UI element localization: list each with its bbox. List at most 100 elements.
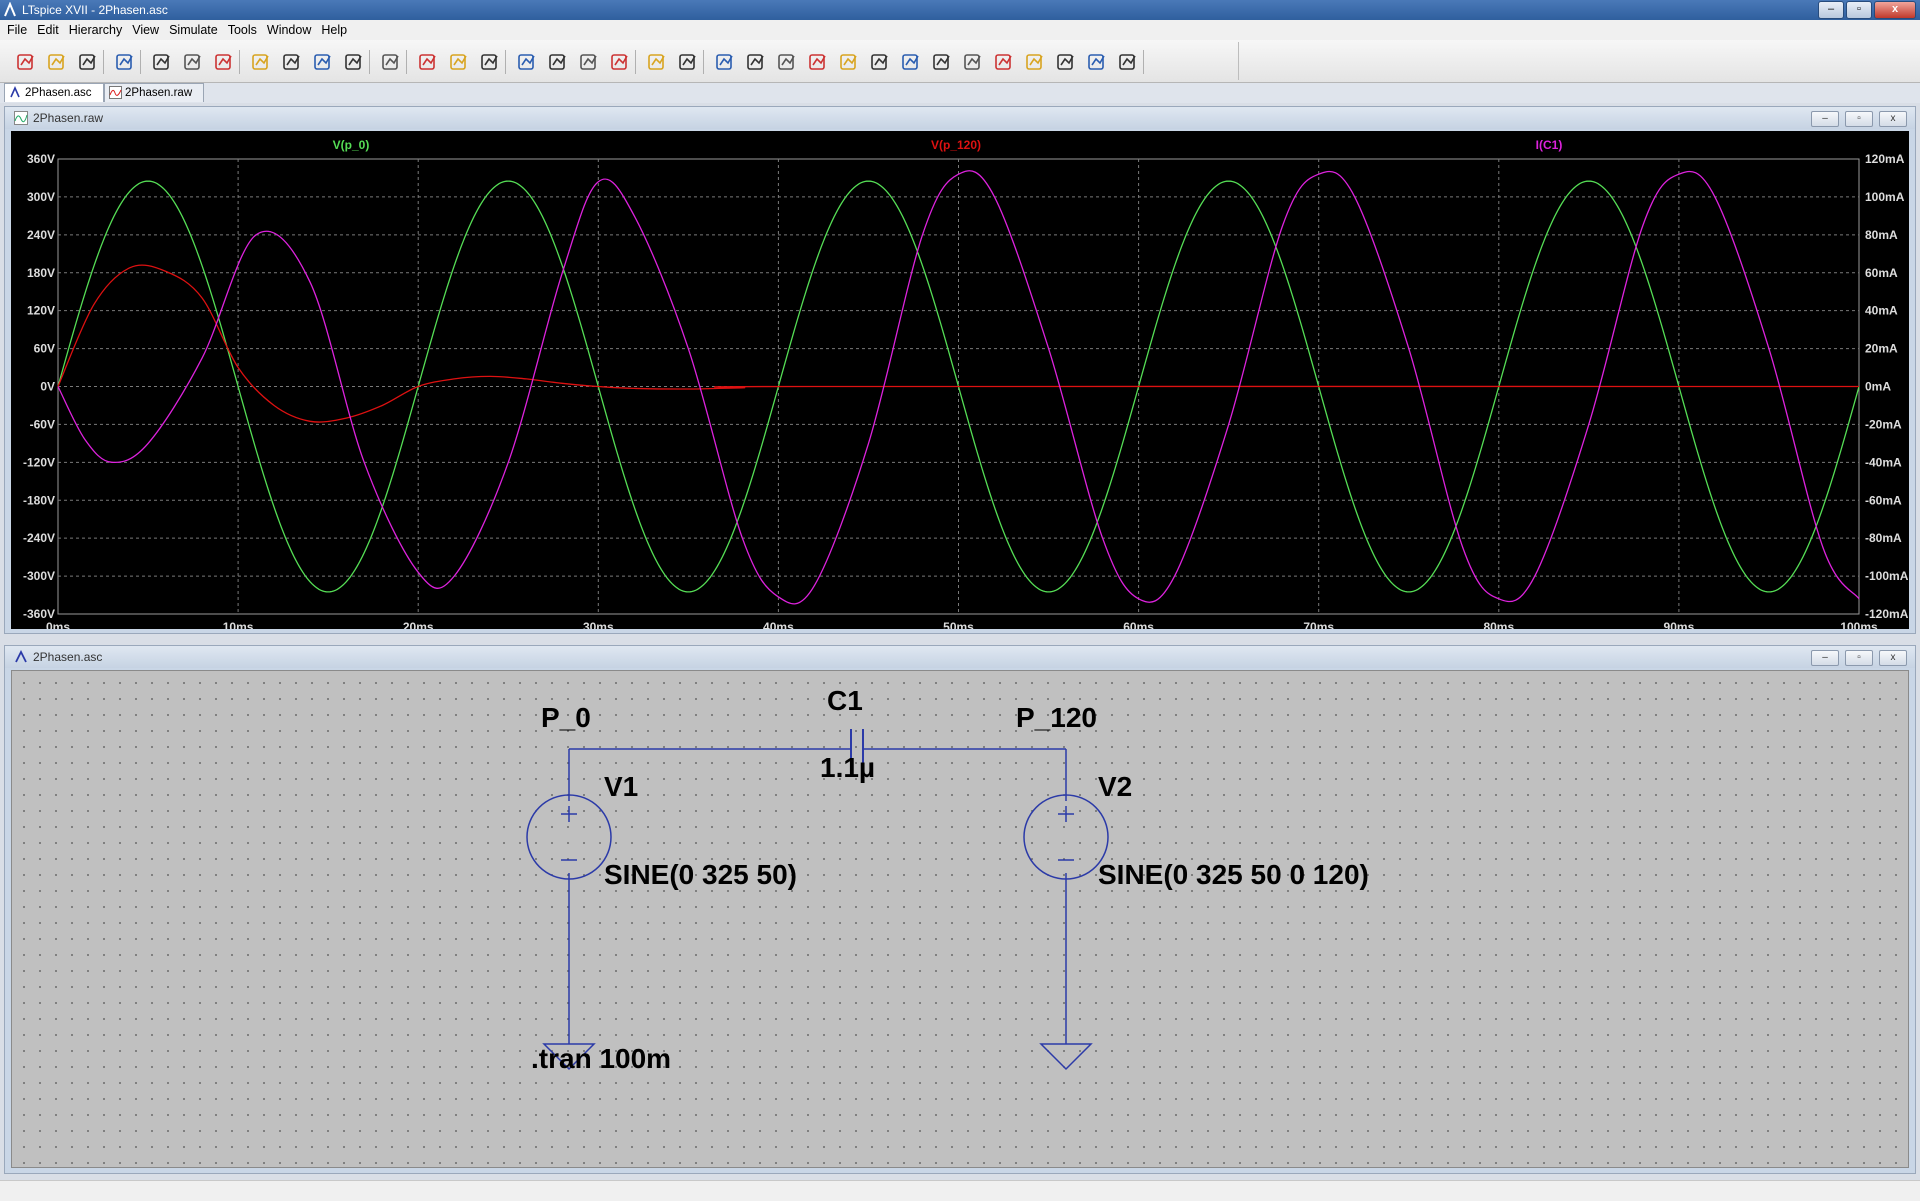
ground-symbol-right[interactable] bbox=[1039, 1043, 1093, 1071]
menu-file[interactable]: File bbox=[7, 23, 27, 37]
schematic-maximize-button[interactable]: ▫ bbox=[1845, 650, 1873, 666]
x-tick-label: 50ms bbox=[943, 620, 974, 629]
delete-trace-icon[interactable] bbox=[416, 50, 440, 74]
zoom-in-icon[interactable] bbox=[249, 50, 273, 74]
component-icon[interactable] bbox=[961, 50, 985, 74]
schematic-close-button[interactable]: x bbox=[1879, 650, 1907, 666]
halt-icon[interactable] bbox=[181, 50, 205, 74]
waveform-maximize-button[interactable]: ▫ bbox=[1845, 111, 1873, 127]
find-icon[interactable] bbox=[645, 50, 669, 74]
net-label-p120[interactable]: P_120 bbox=[1016, 702, 1097, 733]
resistor-icon[interactable] bbox=[837, 50, 861, 74]
x-tick-label: 0ms bbox=[46, 620, 70, 629]
copy-icon[interactable] bbox=[577, 50, 601, 74]
v2-value-label[interactable]: SINE(0 325 50 0 120) bbox=[1098, 859, 1369, 890]
zoom-out-icon[interactable] bbox=[311, 50, 335, 74]
open-icon[interactable] bbox=[45, 50, 69, 74]
autorange-icon[interactable] bbox=[379, 50, 403, 74]
y-left-tick-label: 120V bbox=[27, 304, 55, 318]
toolbar-separator bbox=[103, 50, 104, 74]
window-title: LTspice XVII - 2Phasen.asc bbox=[22, 3, 168, 17]
y-right-tick-label: 40mA bbox=[1865, 304, 1898, 318]
y-right-tick-label: -20mA bbox=[1865, 417, 1902, 431]
tile-vertical-icon[interactable] bbox=[478, 50, 502, 74]
diode-icon[interactable] bbox=[930, 50, 954, 74]
x-tick-label: 40ms bbox=[763, 620, 794, 629]
y-right-tick-label: -40mA bbox=[1865, 455, 1902, 469]
cut-icon[interactable] bbox=[546, 50, 570, 74]
y-left-tick-label: 240V bbox=[27, 228, 55, 242]
x-tick-label: 90ms bbox=[1664, 620, 1695, 629]
waveform-window-title: 2Phasen.raw bbox=[33, 111, 104, 125]
trace-label: V(p_0) bbox=[333, 138, 370, 152]
tab-2phasen-raw[interactable]: 2Phasen.raw bbox=[104, 83, 204, 102]
window-minimize-button[interactable]: – bbox=[1818, 1, 1844, 19]
paste-icon[interactable] bbox=[608, 50, 632, 74]
run-icon[interactable] bbox=[150, 50, 174, 74]
save-icon[interactable] bbox=[76, 50, 100, 74]
schematic-canvas[interactable]: P_0 P_120 C1 1.1µ V1 SINE(0 325 50) V2 S… bbox=[11, 670, 1909, 1168]
v1-value-label[interactable]: SINE(0 325 50) bbox=[604, 859, 797, 890]
menu-window[interactable]: Window bbox=[267, 23, 311, 37]
drag-icon[interactable] bbox=[1023, 50, 1047, 74]
y-right-tick-label: 20mA bbox=[1865, 342, 1898, 356]
x-tick-label: 70ms bbox=[1303, 620, 1334, 629]
waveform-plot[interactable]: 0ms 10ms 20ms 30ms 40ms 50ms 60ms 70ms 80ms 90ms 1… bbox=[11, 131, 1909, 634]
menu-view[interactable]: View bbox=[132, 23, 159, 37]
waveform-icon bbox=[14, 111, 28, 125]
waveform-window: 2Phasen.raw – ▫ x 0ms 10ms 20ms 30ms 40ms 50m… bbox=[4, 106, 1916, 634]
menu-bar: File Edit Hierarchy View Simulate Tools … bbox=[0, 20, 1920, 40]
status-bar bbox=[0, 1180, 1920, 1201]
tile-horizontal-icon[interactable] bbox=[447, 50, 471, 74]
window-maximize-button[interactable]: ▫ bbox=[1846, 1, 1872, 19]
waveform-close-button[interactable]: x bbox=[1879, 111, 1907, 127]
spice-directive-tran[interactable]: .tran 100m bbox=[531, 1043, 671, 1074]
c1-name-label[interactable]: C1 bbox=[827, 685, 863, 716]
toolbar-separator bbox=[369, 50, 370, 74]
print-icon[interactable] bbox=[676, 50, 700, 74]
zoom-fit-icon[interactable] bbox=[342, 50, 366, 74]
voltage-source-v1[interactable] bbox=[526, 794, 612, 880]
label-net-icon[interactable] bbox=[806, 50, 830, 74]
print-preview-icon[interactable] bbox=[713, 50, 737, 74]
y-left-tick-label: 180V bbox=[27, 266, 55, 280]
net-label-p0[interactable]: P_0 bbox=[541, 702, 591, 733]
waveform-window-titlebar[interactable]: 2Phasen.raw – ▫ x bbox=[5, 107, 1915, 129]
draw-wire-icon[interactable] bbox=[744, 50, 768, 74]
v2-name-label[interactable]: V2 bbox=[1098, 771, 1132, 802]
menu-help[interactable]: Help bbox=[321, 23, 347, 37]
inductor-icon[interactable] bbox=[899, 50, 923, 74]
pan-icon[interactable] bbox=[212, 50, 236, 74]
x-tick-label: 100ms bbox=[1840, 620, 1878, 629]
y-right-tick-label: 60mA bbox=[1865, 266, 1898, 280]
window-close-button[interactable]: x bbox=[1874, 1, 1916, 19]
y-left-tick-label: -360V bbox=[23, 607, 55, 621]
toolbar-separator bbox=[406, 50, 407, 74]
menu-edit[interactable]: Edit bbox=[37, 23, 59, 37]
tab-2phasen-asc[interactable]: 2Phasen.asc bbox=[4, 83, 104, 102]
redo-icon[interactable] bbox=[1085, 50, 1109, 74]
menu-hierarchy[interactable]: Hierarchy bbox=[69, 23, 123, 37]
control-panel-icon[interactable] bbox=[113, 50, 137, 74]
menu-tools[interactable]: Tools bbox=[228, 23, 257, 37]
y-right-tick-label: 100mA bbox=[1865, 190, 1905, 204]
menu-simulate[interactable]: Simulate bbox=[169, 23, 218, 37]
rotate-icon[interactable] bbox=[1116, 50, 1140, 74]
undo-icon[interactable] bbox=[1054, 50, 1078, 74]
voltage-source-v2[interactable] bbox=[1023, 794, 1109, 880]
waveform-icon bbox=[109, 86, 122, 99]
schematic-window-titlebar[interactable]: 2Phasen.asc – ▫ x bbox=[5, 646, 1915, 668]
waveform-minimize-button[interactable]: – bbox=[1811, 111, 1839, 127]
toolbar-separator bbox=[140, 50, 141, 74]
tab-label: 2Phasen.asc bbox=[25, 87, 92, 99]
ground-icon[interactable] bbox=[775, 50, 799, 74]
c1-value-label[interactable]: 1.1µ bbox=[820, 752, 875, 783]
move-icon[interactable] bbox=[992, 50, 1016, 74]
schematic-minimize-button[interactable]: – bbox=[1811, 650, 1839, 666]
v1-name-label[interactable]: V1 bbox=[604, 771, 638, 802]
capacitor-icon[interactable] bbox=[868, 50, 892, 74]
cascade-icon[interactable] bbox=[515, 50, 539, 74]
y-right-tick-label: -60mA bbox=[1865, 493, 1902, 507]
new-schematic-icon[interactable] bbox=[14, 50, 38, 74]
zoom-area-icon[interactable] bbox=[280, 50, 304, 74]
